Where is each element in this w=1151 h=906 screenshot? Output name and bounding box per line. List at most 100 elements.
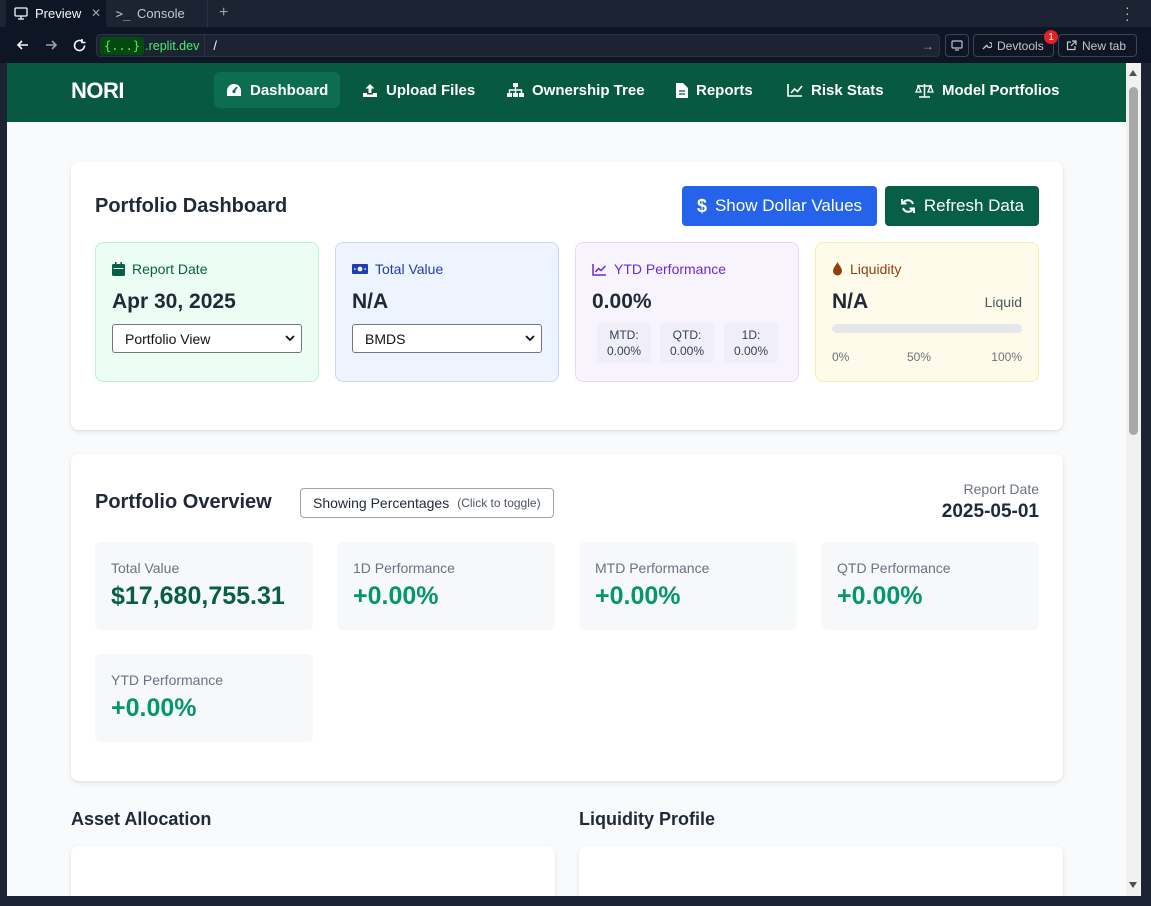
total-value-card: Total Value N/A BMDS bbox=[335, 242, 559, 382]
notification-badge: 1 bbox=[1044, 30, 1058, 44]
new-tab-plus-icon[interactable]: + bbox=[219, 4, 228, 22]
dashboard-title: Portfolio Dashboard bbox=[95, 195, 288, 217]
metric-1d-performance: 1D Performance +0.00% bbox=[337, 542, 555, 630]
nav-reports[interactable]: Reports bbox=[664, 72, 765, 108]
mtd-mini-stat: MTD: 0.00% bbox=[597, 323, 651, 363]
mtd-mini-value: 0.00% bbox=[606, 344, 642, 358]
file-icon bbox=[676, 82, 688, 98]
scroll-up-arrow-icon[interactable] bbox=[1129, 70, 1137, 76]
liquidity-profile-title: Liquidity Profile bbox=[579, 809, 716, 829]
scroll-down-arrow-icon[interactable] bbox=[1129, 882, 1137, 888]
nav-dashboard-label: Dashboard bbox=[250, 81, 329, 99]
liquidity-progress-bar bbox=[832, 324, 1022, 333]
upload-icon bbox=[363, 83, 377, 97]
url-domain-badge: {...} bbox=[100, 36, 145, 55]
app-navbar: NORI Dashboard Upload Files Ownership Tr… bbox=[7, 63, 1126, 122]
new-tab-label: New tab bbox=[1082, 38, 1127, 53]
nav-model-portfolios[interactable]: Model Portfolios bbox=[903, 72, 1072, 108]
app-logo[interactable]: NORI bbox=[71, 78, 125, 104]
qtd-mini-value: 0.00% bbox=[669, 344, 705, 358]
page-viewport: NORI Dashboard Upload Files Ownership Tr… bbox=[7, 63, 1126, 896]
account-select[interactable]: BMDS bbox=[352, 324, 542, 353]
overview-report-date-value: 2025-05-01 bbox=[941, 501, 1039, 522]
tab-console[interactable]: >_ Console bbox=[108, 0, 208, 27]
liquidity-value: N/A bbox=[832, 290, 869, 313]
tab-console-label: Console bbox=[137, 6, 185, 21]
url-divider bbox=[204, 34, 206, 57]
nav-risk-stats-label: Risk Stats bbox=[811, 81, 884, 99]
forward-icon[interactable] bbox=[42, 36, 60, 54]
monitor-icon bbox=[14, 7, 28, 21]
terminal-icon: >_ bbox=[115, 6, 131, 21]
nav-dashboard[interactable]: Dashboard bbox=[214, 72, 341, 108]
chart-line-icon bbox=[592, 263, 607, 276]
overview-report-date-label: Report Date bbox=[963, 481, 1039, 497]
total-value-label: Total Value bbox=[375, 261, 444, 277]
metric-label: QTD Performance bbox=[837, 560, 951, 576]
liquidity-tick-100: 100% bbox=[991, 350, 1022, 364]
url-domain: .replit.dev bbox=[145, 38, 200, 53]
screen-icon-button[interactable] bbox=[945, 34, 969, 57]
window-edge bbox=[1141, 63, 1151, 906]
devtools-label: Devtools bbox=[997, 38, 1044, 53]
chart-line-icon bbox=[787, 84, 803, 97]
reload-icon[interactable] bbox=[70, 36, 88, 54]
toggle-hint: (Click to toggle) bbox=[457, 496, 541, 510]
refresh-icon bbox=[900, 199, 915, 213]
nav-risk-stats[interactable]: Risk Stats bbox=[775, 72, 896, 108]
scrollbar-thumb[interactable] bbox=[1129, 87, 1138, 435]
report-date-value: Apr 30, 2025 bbox=[112, 290, 236, 313]
1d-mini-stat: 1D: 0.00% bbox=[724, 323, 778, 363]
liquidity-label: Liquidity bbox=[850, 261, 902, 277]
back-icon[interactable] bbox=[14, 36, 32, 54]
percentage-toggle-button[interactable]: Showing Percentages (Click to toggle) bbox=[300, 488, 554, 518]
metric-total-value: Total Value $17,680,755.31 bbox=[95, 542, 313, 630]
scale-icon bbox=[915, 83, 934, 98]
toggle-label: Showing Percentages bbox=[313, 495, 450, 511]
refresh-data-label: Refresh Data bbox=[923, 196, 1025, 215]
nav-upload-files-label: Upload Files bbox=[386, 81, 476, 99]
tab-preview[interactable]: Preview ✕ bbox=[6, 0, 106, 27]
metric-value: +0.00% bbox=[595, 582, 681, 610]
metric-label: YTD Performance bbox=[111, 672, 224, 688]
show-dollar-values-button[interactable]: $ Show Dollar Values bbox=[682, 186, 877, 226]
nav-ownership-tree[interactable]: Ownership Tree bbox=[495, 72, 657, 108]
show-dollar-values-label: Show Dollar Values bbox=[714, 196, 863, 215]
ytd-performance-card: YTD Performance 0.00% MTD: 0.00% QTD: 0.… bbox=[575, 242, 799, 382]
nav-model-portfolios-label: Model Portfolios bbox=[942, 81, 1060, 99]
account-select-value: BMDS bbox=[365, 330, 406, 347]
1d-mini-value: 0.00% bbox=[733, 344, 769, 358]
metric-value: +0.00% bbox=[837, 582, 923, 610]
1d-mini-label: 1D: bbox=[741, 328, 761, 342]
new-tab-button[interactable]: New tab bbox=[1058, 34, 1137, 57]
mtd-mini-label: MTD: bbox=[609, 328, 639, 342]
wrench-icon bbox=[982, 41, 992, 50]
metric-qtd-performance: QTD Performance +0.00% bbox=[821, 542, 1039, 630]
gauge-icon bbox=[227, 84, 241, 96]
portfolio-view-select[interactable]: Portfolio View bbox=[112, 324, 302, 353]
metric-label: Total Value bbox=[111, 560, 180, 576]
devtools-button[interactable]: Devtools 1 bbox=[973, 30, 1058, 57]
nav-reports-label: Reports bbox=[696, 81, 753, 99]
calendar-icon bbox=[112, 262, 125, 276]
portfolio-overview-card: Portfolio Overview Showing Percentages (… bbox=[71, 454, 1063, 781]
external-link-icon bbox=[1066, 40, 1077, 51]
qtd-mini-label: QTD: bbox=[672, 328, 702, 342]
liquid-label: Liquid bbox=[984, 294, 1022, 310]
page-scrollbar[interactable] bbox=[1126, 63, 1141, 896]
nav-upload-files[interactable]: Upload Files bbox=[350, 72, 487, 108]
liquidity-card: Liquidity N/A Liquid 0% 50% 100% bbox=[815, 242, 1039, 382]
portfolio-view-select-value: Portfolio View bbox=[125, 330, 211, 347]
chevron-down-icon bbox=[525, 335, 535, 342]
metric-value: +0.00% bbox=[353, 582, 439, 610]
close-icon[interactable]: ✕ bbox=[91, 6, 101, 20]
more-menu-icon[interactable]: · · · bbox=[1125, 0, 1131, 26]
report-date-label: Report Date bbox=[132, 261, 208, 277]
total-value-value: N/A bbox=[352, 290, 389, 313]
go-arrow-icon[interactable]: → bbox=[922, 39, 934, 53]
liquidity-tick-50: 50% bbox=[907, 350, 932, 364]
refresh-data-button[interactable]: Refresh Data bbox=[885, 186, 1039, 226]
metric-value: +0.00% bbox=[111, 694, 197, 722]
url-field[interactable]: {...} .replit.dev / → bbox=[96, 34, 940, 57]
report-date-card: Report Date Apr 30, 2025 Portfolio View bbox=[95, 242, 319, 382]
